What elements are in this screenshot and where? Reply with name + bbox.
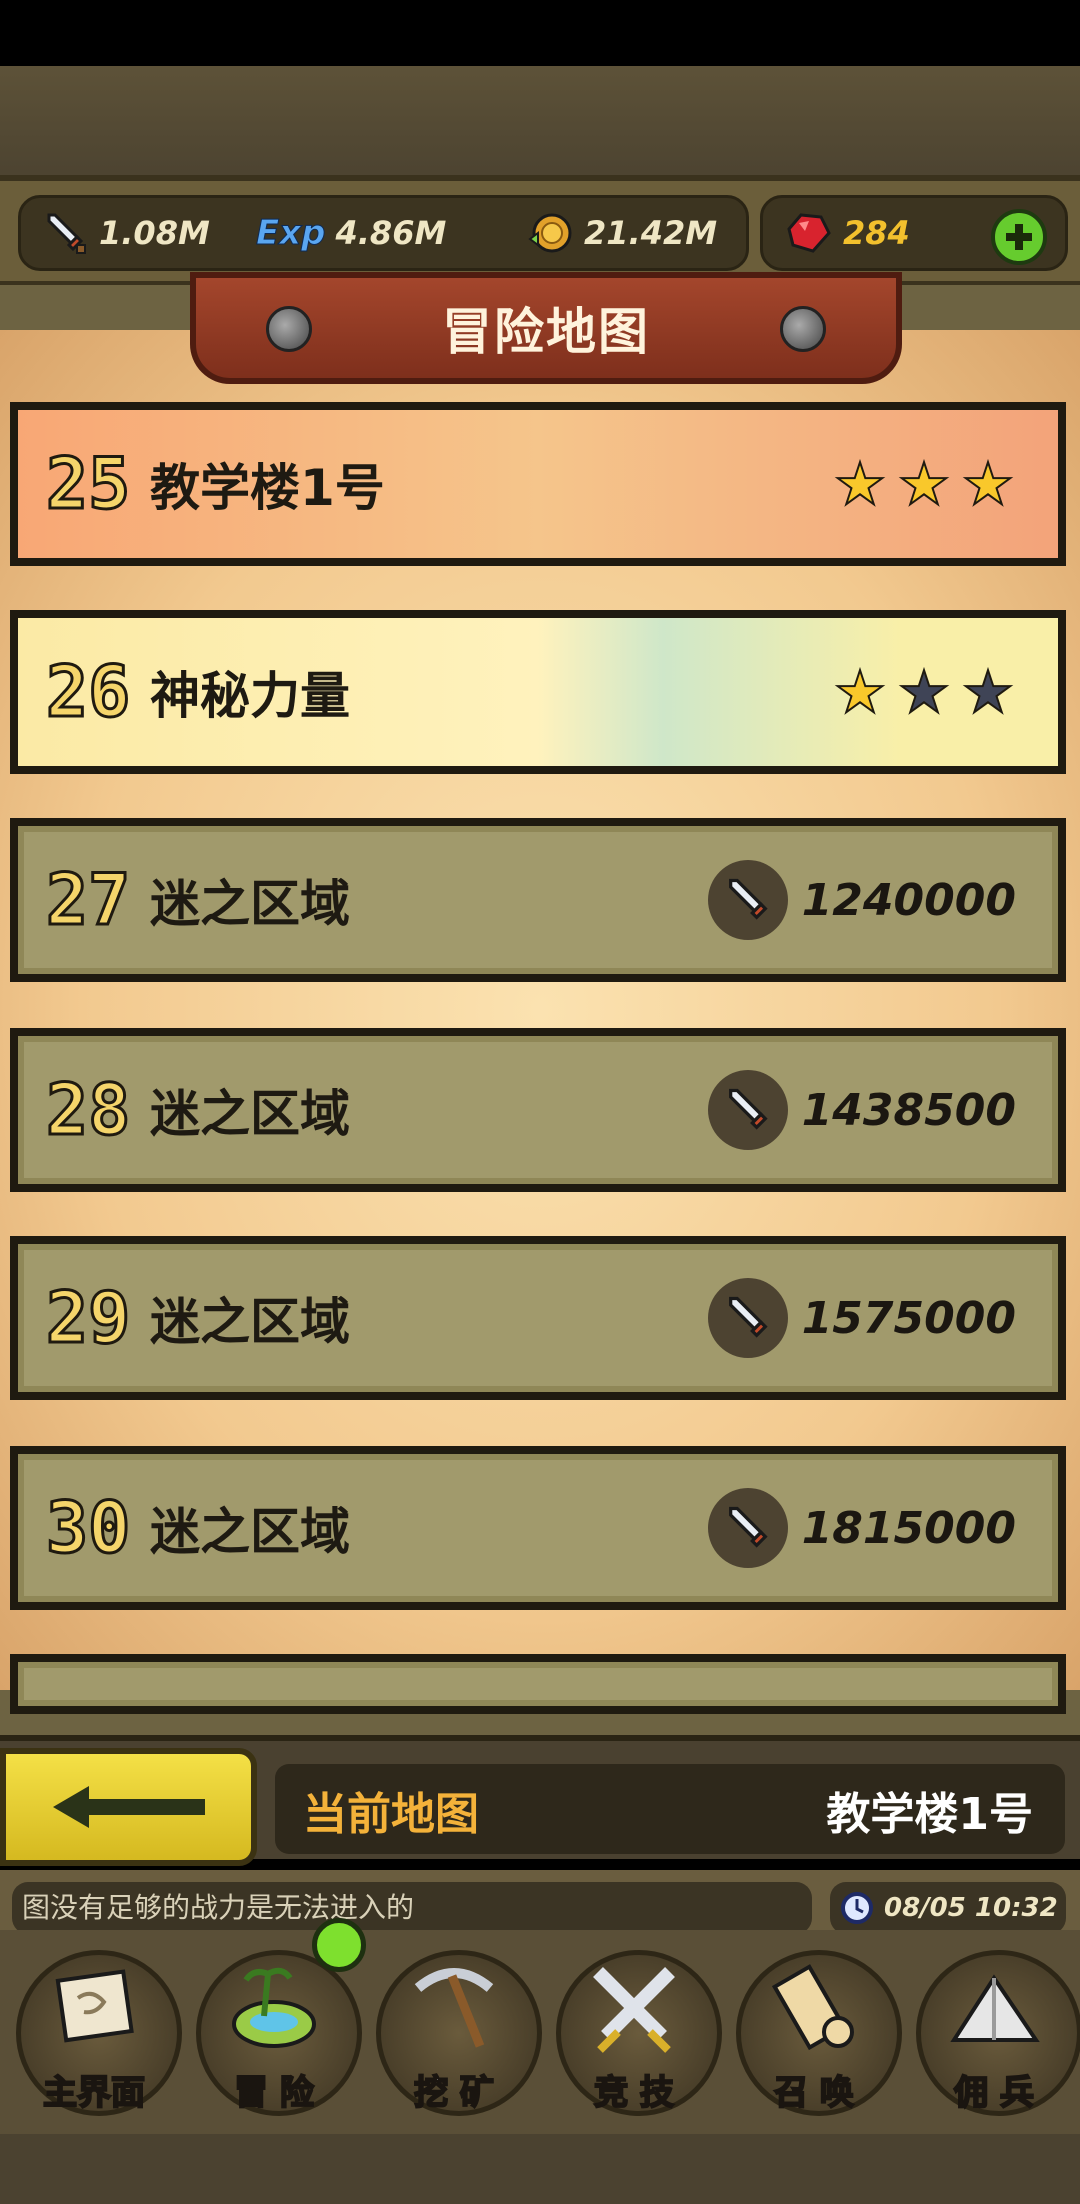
- power-requirement: 1815000: [707, 1488, 1016, 1568]
- level-row-25[interactable]: 25 教学楼1号 ★ ★ ★: [10, 402, 1066, 566]
- top-frame: [0, 66, 1080, 192]
- power-requirement: 1438500: [707, 1070, 1016, 1150]
- sword-icon: [707, 1070, 788, 1150]
- level-name: 迷之区域: [150, 1503, 350, 1561]
- coin-resource: 21.42M: [526, 198, 717, 268]
- level-name: 教学楼1号: [150, 459, 385, 517]
- island-icon: [232, 1967, 316, 2048]
- scroll-map-icon: [55, 1969, 134, 2043]
- clock-time: 08/05 10:32: [884, 1893, 1058, 1923]
- level-row-27[interactable]: 27 迷之区域 1240000: [10, 818, 1066, 982]
- level-row-30[interactable]: 30 迷之区域 1815000: [10, 1446, 1066, 1610]
- clock-panel: 08/05 10:32: [830, 1882, 1066, 1934]
- star-filled-icon: ★: [897, 450, 951, 518]
- exp-value: 4.86M: [335, 214, 447, 252]
- coin-value: 21.42M: [584, 214, 718, 252]
- level-number: 26: [45, 650, 132, 735]
- current-map-value: 教学楼1号: [826, 1789, 1033, 1840]
- rivet-icon: [780, 306, 826, 352]
- power-requirement: 1575000: [707, 1278, 1016, 1358]
- star-filled-icon: ★: [833, 450, 887, 518]
- nav-label: 佣 兵: [953, 2072, 1035, 2114]
- required-power: 1815000: [801, 1502, 1016, 1554]
- status-bar: [0, 0, 1080, 66]
- gem-panel: 284: [760, 195, 1068, 271]
- nav-label: 竞 技: [593, 2072, 675, 2114]
- clock-icon: [841, 1892, 873, 1924]
- nav-arena[interactable]: 竞 技: [548, 1940, 722, 2120]
- arrow-left-icon: [52, 1786, 205, 1828]
- power-requirement: 1240000: [707, 860, 1016, 940]
- nav-mining[interactable]: 挖 矿: [368, 1940, 542, 2120]
- exp-icon: Exp: [256, 213, 326, 254]
- rivet-icon: [266, 306, 312, 352]
- power-resource: 1.08M: [41, 198, 210, 268]
- title-banner: 冒险地图: [190, 272, 902, 384]
- nav-label: 挖 矿: [413, 2072, 495, 2114]
- nav-summon[interactable]: 召 唤: [728, 1940, 902, 2120]
- gem-value: 284: [843, 214, 910, 252]
- coin-icon: [528, 213, 572, 253]
- resource-panel: 1.08M Exp 4.86M 21.42M: [18, 195, 749, 271]
- ruby-icon: [787, 213, 831, 253]
- plus-icon: [1006, 224, 1032, 250]
- gem-resource: 284: [783, 198, 910, 268]
- star-rating: ★ ★ ★: [833, 450, 1015, 518]
- required-power: 1575000: [801, 1292, 1016, 1344]
- level-name: 迷之区域: [150, 1085, 350, 1143]
- sword-icon: [707, 860, 788, 940]
- star-empty-icon: ★: [961, 658, 1015, 726]
- page-title: 冒险地图: [442, 303, 650, 361]
- power-value: 1.08M: [99, 214, 210, 252]
- star-empty-icon: ★: [897, 658, 951, 726]
- level-name: 迷之区域: [150, 1293, 350, 1351]
- current-map-panel: 当前地图 教学楼1号: [275, 1764, 1065, 1854]
- resource-bar: 1.08M Exp 4.86M 21.42M 284: [0, 175, 1080, 287]
- nav-label: 冒 险: [233, 2072, 315, 2114]
- bottom-decoration: [0, 2134, 1080, 2204]
- required-power: 1438500: [801, 1084, 1016, 1136]
- required-power: 1240000: [801, 874, 1016, 926]
- add-gems-button[interactable]: [991, 209, 1047, 265]
- level-number: 28: [45, 1068, 132, 1153]
- level-row-29[interactable]: 29 迷之区域 1575000: [10, 1236, 1066, 1400]
- exp-resource: Exp 4.86M: [256, 198, 447, 268]
- sword-icon: [47, 213, 86, 254]
- back-button[interactable]: [0, 1748, 257, 1866]
- news-ticker: 图没有足够的战力是无法进入的: [12, 1882, 812, 1934]
- star-filled-icon: ★: [961, 450, 1015, 518]
- notification-badge: [312, 1918, 366, 1972]
- level-number: 29: [45, 1276, 132, 1361]
- level-row-26[interactable]: 26 神秘力量 ★ ★ ★: [10, 610, 1066, 774]
- level-number: 30: [45, 1486, 132, 1571]
- level-row-partial[interactable]: [10, 1654, 1066, 1714]
- nav-main[interactable]: 主界面: [8, 1940, 182, 2120]
- sword-icon: [707, 1488, 788, 1568]
- nav-mercenary[interactable]: 佣 兵: [908, 1940, 1080, 2120]
- pickaxe-icon: [414, 1968, 494, 2048]
- summon-scroll-icon: [771, 1964, 854, 2051]
- crossed-swords-icon: [593, 1967, 675, 2053]
- level-name: 神秘力量: [150, 667, 350, 725]
- sword-icon: [707, 1278, 788, 1358]
- level-row-28[interactable]: 28 迷之区域 1438500: [10, 1028, 1066, 1192]
- nav-label: 召 唤: [773, 2072, 855, 2114]
- level-number: 27: [45, 858, 132, 943]
- level-name: 迷之区域: [150, 875, 350, 933]
- nav-label: 主界面: [42, 2072, 146, 2114]
- level-number: 25: [45, 442, 132, 527]
- tent-icon: [950, 1974, 1040, 2042]
- star-filled-icon: ★: [833, 658, 887, 726]
- star-rating: ★ ★ ★: [833, 658, 1015, 726]
- current-map-label: 当前地图: [303, 1789, 479, 1840]
